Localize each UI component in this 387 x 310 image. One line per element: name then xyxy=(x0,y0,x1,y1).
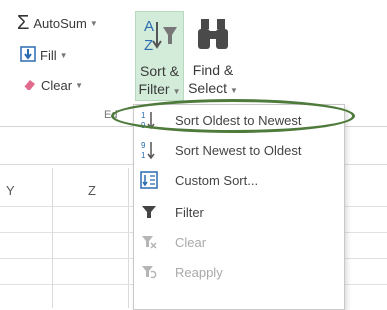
sort-filter-button[interactable]: A Z Sort & Filter ▼ xyxy=(135,11,184,101)
autosum-label: AutoSum xyxy=(33,15,87,31)
column-header-y[interactable]: Y xyxy=(6,183,15,198)
clear-label: Clear xyxy=(41,78,73,93)
binoculars-icon xyxy=(188,11,238,55)
find-select-button[interactable]: Find & Select ▼ xyxy=(188,11,238,99)
find-select-label: Find & Select ▼ xyxy=(188,62,238,96)
menu-item-reapply[interactable]: Reapply xyxy=(134,257,344,287)
chevron-down-icon: ▼ xyxy=(172,87,181,96)
menu-item-clear[interactable]: Clear xyxy=(134,227,344,257)
fill-label: Fill xyxy=(40,48,57,63)
grid-line xyxy=(128,168,129,308)
svg-text:Z: Z xyxy=(144,37,153,54)
autosum-button[interactable]: Σ AutoSum ▼ xyxy=(17,12,98,34)
menu-item-label: Custom Sort... xyxy=(175,172,259,188)
highlight-ellipse xyxy=(111,99,355,133)
grid-line xyxy=(52,168,53,308)
menu-item-filter[interactable]: Filter xyxy=(134,197,344,227)
filter-icon xyxy=(139,202,159,222)
column-header-z[interactable]: Z xyxy=(88,183,96,198)
chevron-down-icon: ▼ xyxy=(59,51,68,60)
sort-filter-dropdown-menu: 1 9 Sort Oldest to Newest 9 1 Sort Newes… xyxy=(133,104,345,310)
fill-button[interactable]: Fill ▼ xyxy=(20,46,68,65)
menu-item-custom-sort[interactable]: Custom Sort... xyxy=(134,165,344,195)
svg-text:1: 1 xyxy=(141,151,146,160)
chevron-down-icon: ▼ xyxy=(89,18,98,28)
menu-item-label: Sort Newest to Oldest xyxy=(175,142,302,158)
svg-text:9: 9 xyxy=(141,141,146,150)
chevron-down-icon: ▼ xyxy=(75,81,83,90)
menu-item-label: Filter xyxy=(175,204,204,220)
svg-text:A: A xyxy=(144,18,154,35)
menu-item-sort-newest-to-oldest[interactable]: 9 1 Sort Newest to Oldest xyxy=(134,135,344,165)
sort-descending-icon: 9 1 xyxy=(139,140,159,160)
sort-filter-icon: A Z xyxy=(136,12,183,56)
sort-filter-label: Sort & Filter ▼ xyxy=(138,63,181,97)
clear-button[interactable]: Clear ▼ xyxy=(21,76,83,95)
reapply-icon xyxy=(139,262,159,282)
custom-sort-icon xyxy=(139,170,159,190)
menu-item-label: Clear xyxy=(175,234,207,250)
chevron-down-icon: ▼ xyxy=(230,86,238,95)
sigma-icon: Σ xyxy=(17,12,30,34)
fill-down-icon xyxy=(20,46,36,65)
clear-filter-icon xyxy=(139,232,159,252)
menu-item-label: Reapply xyxy=(175,264,223,280)
eraser-icon xyxy=(21,76,37,95)
